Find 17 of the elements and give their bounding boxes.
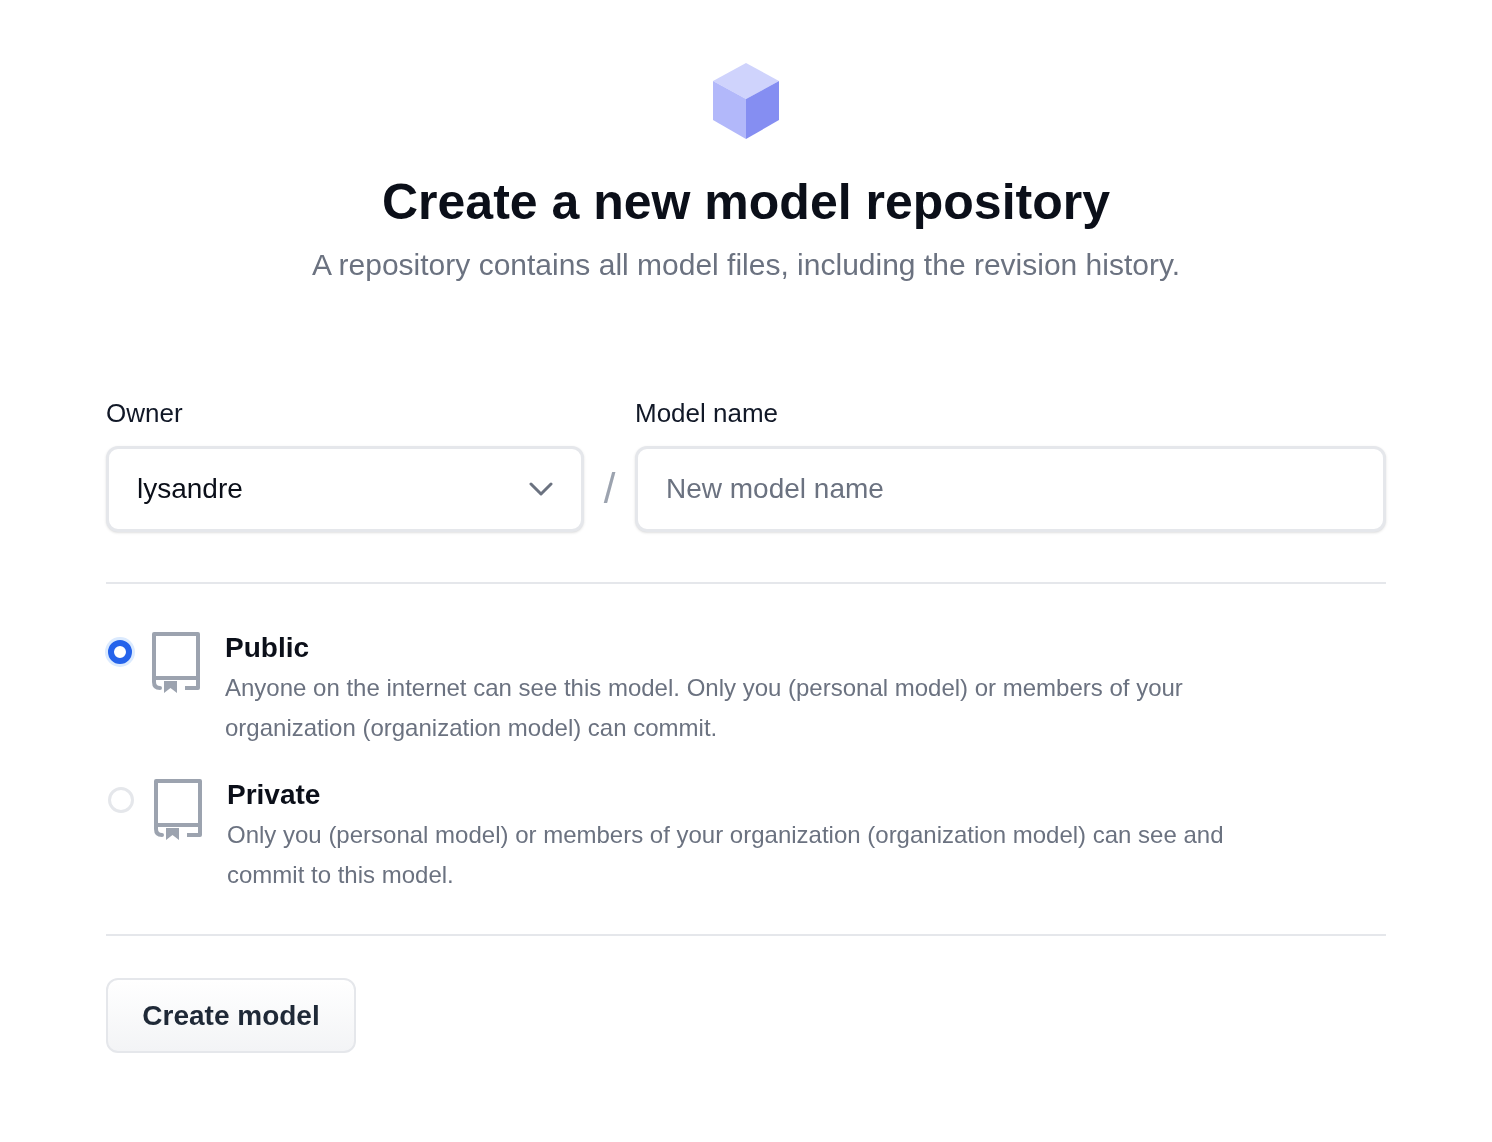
option-title: Private xyxy=(227,778,322,812)
page-title: Create a new model repository xyxy=(381,173,1111,232)
create-model-button[interactable]: Create model xyxy=(106,978,356,1053)
owner-label: Owner xyxy=(106,397,184,430)
model-name-input[interactable]: New model name xyxy=(635,446,1386,532)
option-description: Anyone on the internet can see this model. Only you (personal model) or members of your organization (organization model) can commit. xyxy=(225,673,1184,743)
chevron-down-icon xyxy=(529,482,553,496)
path-separator: / xyxy=(603,464,616,514)
cube-logo-icon xyxy=(711,62,781,140)
option-description: Only you (personal model) or members of your organization (organization model) can see and commit to this model. xyxy=(227,820,1225,890)
book-icon xyxy=(154,779,202,841)
page-subtitle: A repository contains all model files, including the revision history. xyxy=(310,247,1182,283)
radio-button[interactable] xyxy=(108,640,132,664)
book-icon xyxy=(152,632,200,694)
owner-select[interactable]: lysandre xyxy=(106,446,584,532)
model-name-label: Model name xyxy=(635,397,780,430)
option-title: Public xyxy=(225,631,310,665)
